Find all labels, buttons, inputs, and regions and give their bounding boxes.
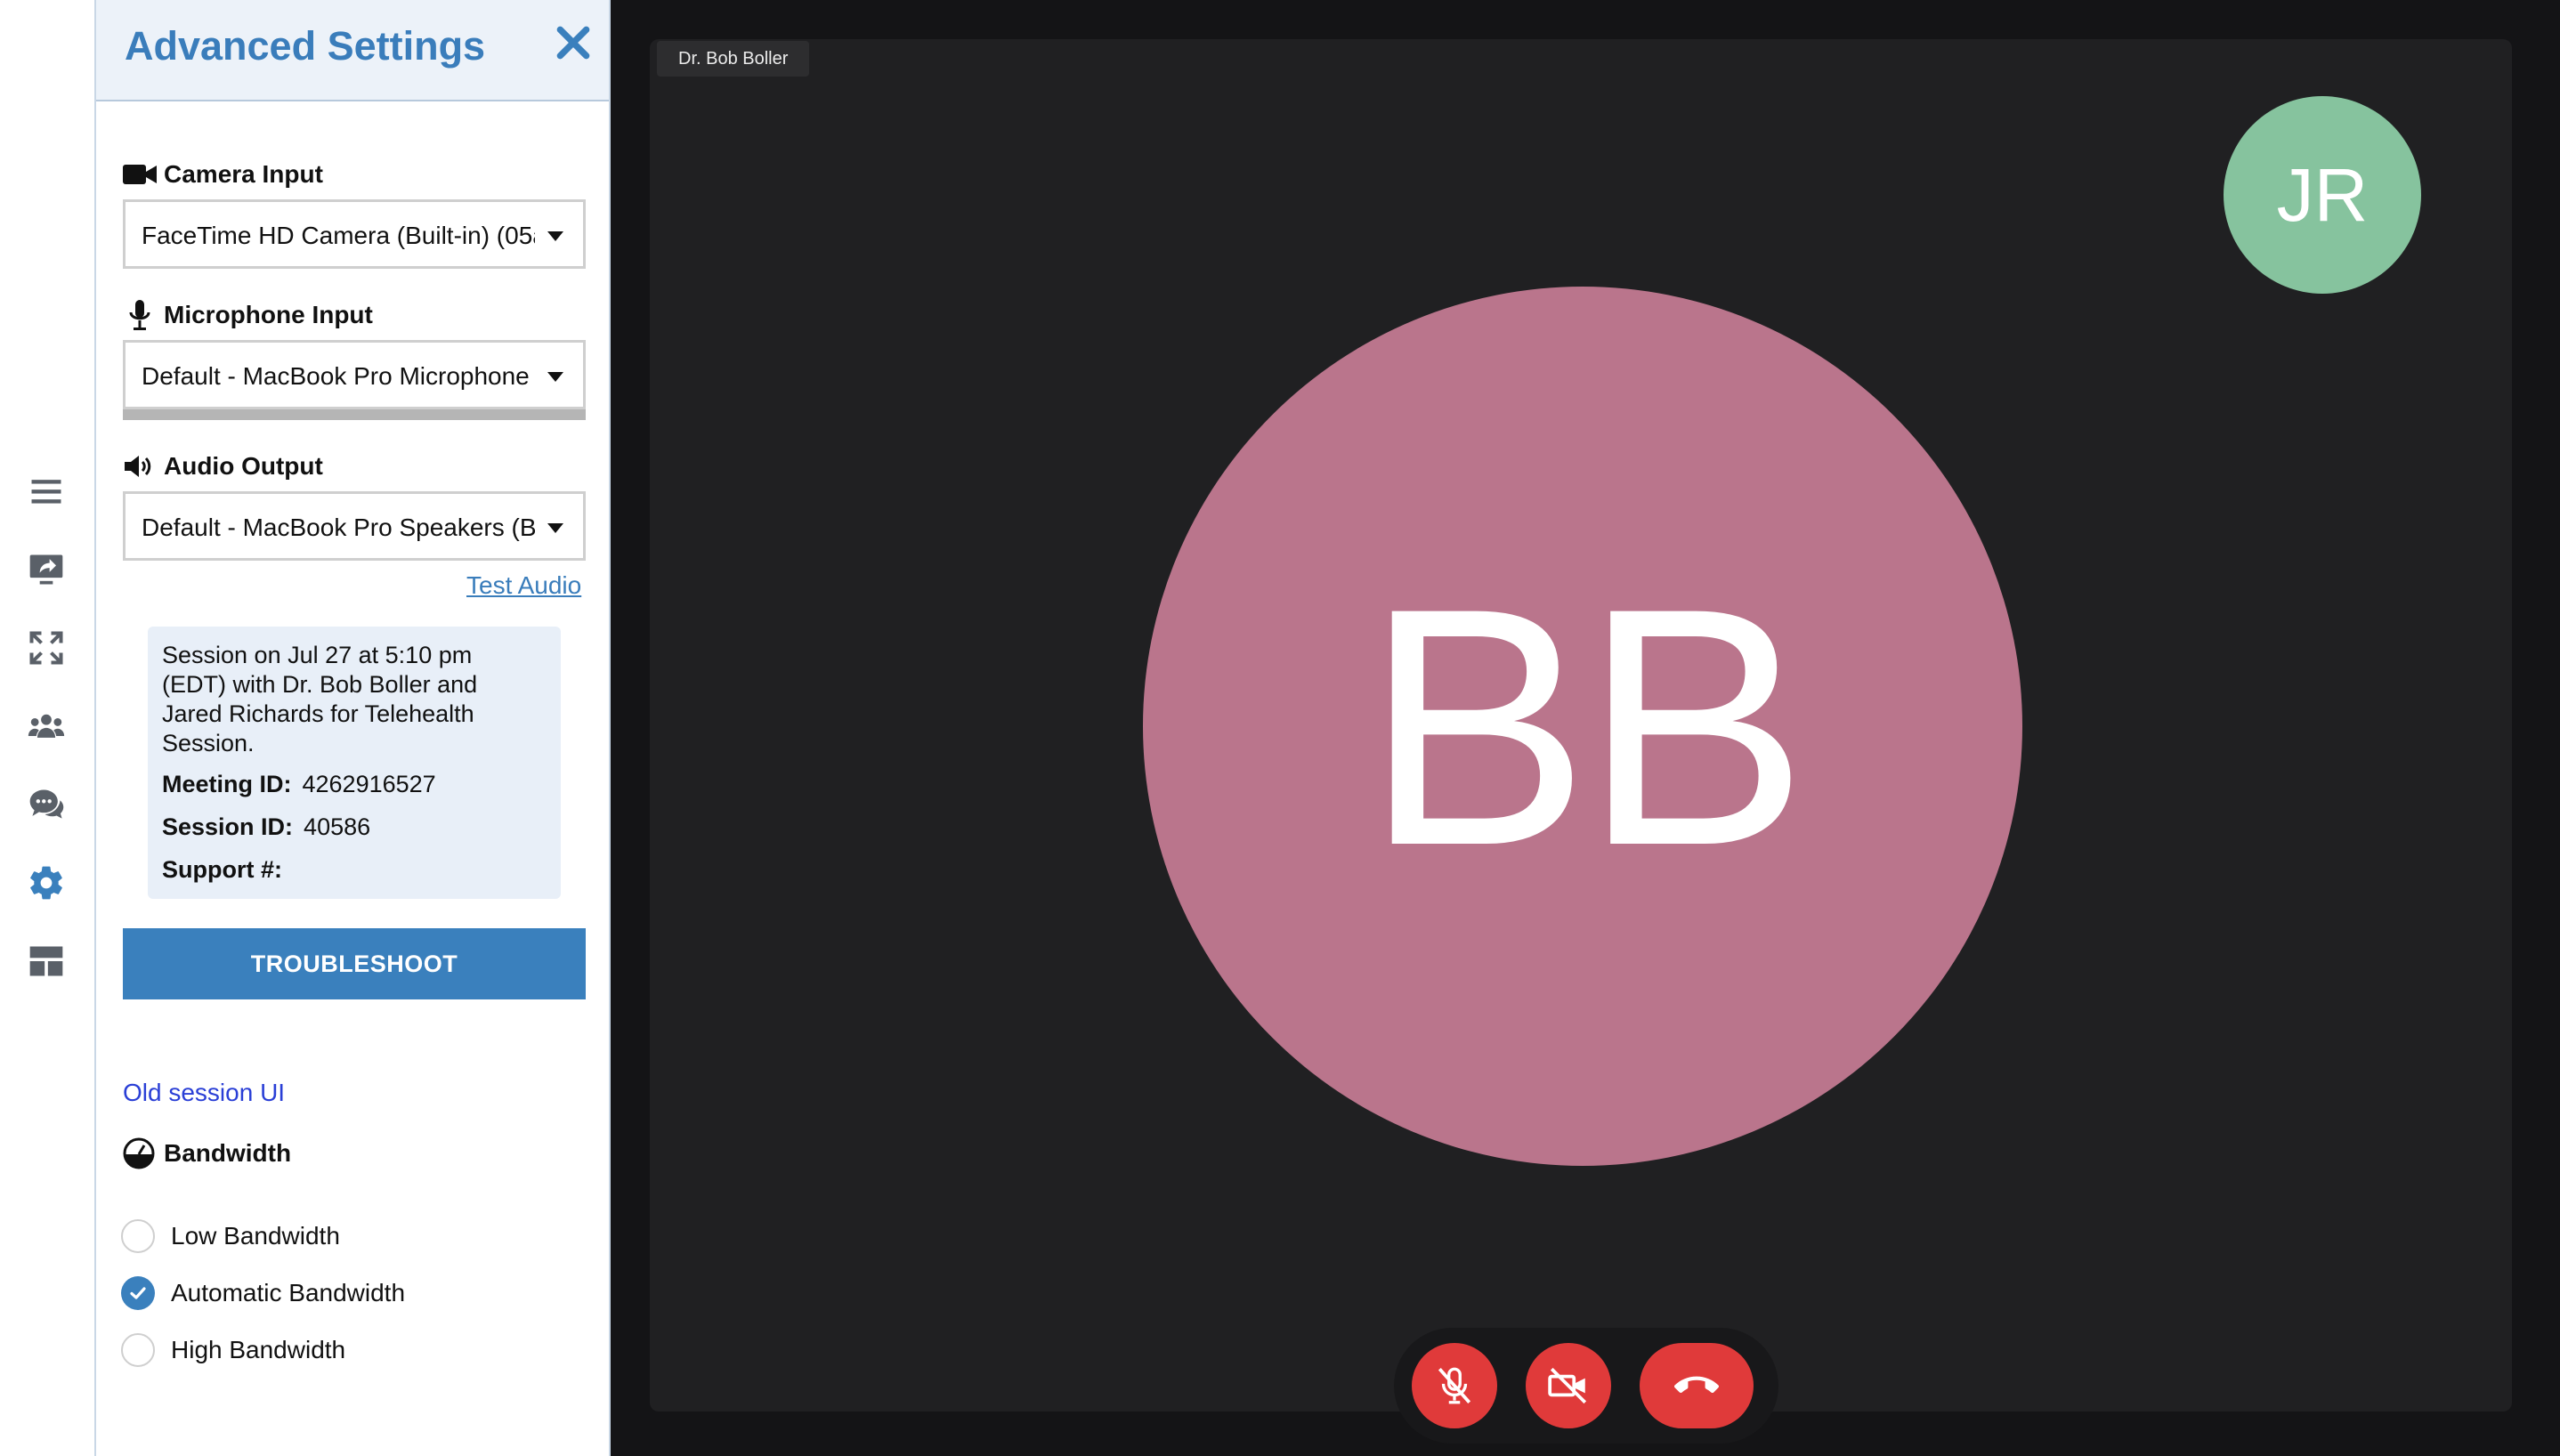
chat-button[interactable] bbox=[20, 778, 73, 831]
hang-up-icon bbox=[1674, 1376, 1719, 1394]
participants-button[interactable] bbox=[20, 700, 73, 753]
low-bandwidth-label: Low Bandwidth bbox=[171, 1222, 340, 1250]
main-participant-avatar: BB bbox=[1143, 287, 2022, 1166]
session-id-row: Session ID: 40586 bbox=[162, 813, 370, 841]
session-id-value: 40586 bbox=[304, 813, 371, 840]
audio-output-label: Audio Output bbox=[123, 452, 323, 481]
session-description: Session on Jul 27 at 5:10 pm (EDT) with … bbox=[162, 642, 478, 756]
video-stage: Dr. Bob Boller BB JR bbox=[650, 39, 2512, 1412]
audio-output-value: Default - MacBook Pro Speakers (Bu bbox=[142, 514, 535, 541]
camera-input-label: Camera Input bbox=[123, 160, 323, 189]
chevron-down-icon bbox=[547, 523, 563, 533]
share-screen-icon bbox=[29, 554, 63, 585]
meeting-id-row: Meeting ID: 4262916527 bbox=[162, 771, 436, 798]
layout-button[interactable] bbox=[20, 934, 73, 988]
camera-input-label-text: Camera Input bbox=[164, 160, 323, 188]
test-audio-link[interactable]: Test Audio bbox=[466, 571, 581, 600]
microphone-level-meter bbox=[123, 409, 586, 420]
chevron-down-icon bbox=[547, 372, 563, 382]
video-camera-icon bbox=[123, 165, 157, 184]
support-row: Support #: bbox=[162, 856, 293, 884]
camera-off-icon bbox=[1548, 1367, 1587, 1404]
side-rail bbox=[0, 0, 94, 1456]
menu-icon bbox=[31, 480, 61, 504]
old-session-ui-link[interactable]: Old session UI bbox=[123, 1079, 285, 1107]
bandwidth-label-text: Bandwidth bbox=[164, 1139, 292, 1167]
low-bandwidth-option[interactable]: Low Bandwidth bbox=[121, 1219, 340, 1253]
chevron-down-icon bbox=[547, 231, 563, 241]
microphone-input-value: Default - MacBook Pro Microphone bbox=[142, 362, 530, 390]
microphone-input-label-text: Microphone Input bbox=[164, 301, 373, 328]
automatic-bandwidth-label: Automatic Bandwidth bbox=[171, 1279, 406, 1306]
microphone-icon bbox=[129, 300, 150, 330]
participants-icon bbox=[28, 714, 65, 738]
call-controls bbox=[1394, 1328, 1778, 1444]
menu-button[interactable] bbox=[20, 465, 73, 518]
chat-icon bbox=[29, 789, 64, 819]
support-label: Support #: bbox=[162, 856, 282, 883]
bandwidth-gauge-icon bbox=[123, 1137, 155, 1169]
microphone-input-label: Microphone Input bbox=[123, 300, 373, 330]
meeting-id-value: 4262916527 bbox=[302, 771, 436, 797]
microphone-input-select[interactable]: Default - MacBook Pro Microphone bbox=[123, 340, 586, 409]
automatic-bandwidth-radio[interactable] bbox=[121, 1276, 155, 1310]
high-bandwidth-radio[interactable] bbox=[121, 1333, 155, 1367]
automatic-bandwidth-option[interactable]: Automatic Bandwidth bbox=[121, 1276, 405, 1310]
fullscreen-button[interactable] bbox=[20, 621, 73, 675]
bandwidth-label: Bandwidth bbox=[123, 1137, 292, 1169]
audio-output-label-text: Audio Output bbox=[164, 452, 323, 480]
camera-input-value: FaceTime HD Camera (Built-in) (05a bbox=[142, 222, 535, 249]
session-id-label: Session ID: bbox=[162, 813, 294, 840]
share-screen-button[interactable] bbox=[20, 543, 73, 596]
mic-muted-icon bbox=[1438, 1367, 1471, 1404]
hang-up-button[interactable] bbox=[1640, 1343, 1754, 1428]
layout-icon bbox=[29, 946, 63, 976]
close-icon[interactable] bbox=[554, 23, 593, 62]
panel-title: Advanced Settings bbox=[125, 23, 486, 69]
high-bandwidth-label: High Bandwidth bbox=[171, 1336, 346, 1363]
panel-header: Advanced Settings bbox=[96, 0, 609, 101]
self-avatar: JR bbox=[2224, 96, 2421, 294]
meeting-id-label: Meeting ID: bbox=[162, 771, 292, 797]
fullscreen-icon bbox=[29, 631, 63, 665]
camera-input-select[interactable]: FaceTime HD Camera (Built-in) (05a bbox=[123, 199, 586, 269]
camera-toggle-button[interactable] bbox=[1526, 1343, 1611, 1428]
speaker-icon bbox=[125, 456, 151, 477]
mute-microphone-button[interactable] bbox=[1412, 1343, 1497, 1428]
session-info-box: Session on Jul 27 at 5:10 pm (EDT) with … bbox=[148, 627, 561, 899]
checkmark-icon bbox=[130, 1287, 146, 1299]
troubleshoot-button[interactable]: TROUBLESHOOT bbox=[123, 928, 586, 999]
settings-button[interactable] bbox=[20, 856, 73, 910]
high-bandwidth-option[interactable]: High Bandwidth bbox=[121, 1333, 345, 1367]
audio-output-select[interactable]: Default - MacBook Pro Speakers (Bu bbox=[123, 491, 586, 561]
settings-icon bbox=[30, 866, 62, 900]
low-bandwidth-radio[interactable] bbox=[121, 1219, 155, 1253]
video-area: Dr. Bob Boller BB JR bbox=[611, 0, 2560, 1456]
advanced-settings-panel: Advanced Settings Camera Input FaceTime … bbox=[94, 0, 611, 1456]
participant-name-tag: Dr. Bob Boller bbox=[657, 41, 810, 77]
